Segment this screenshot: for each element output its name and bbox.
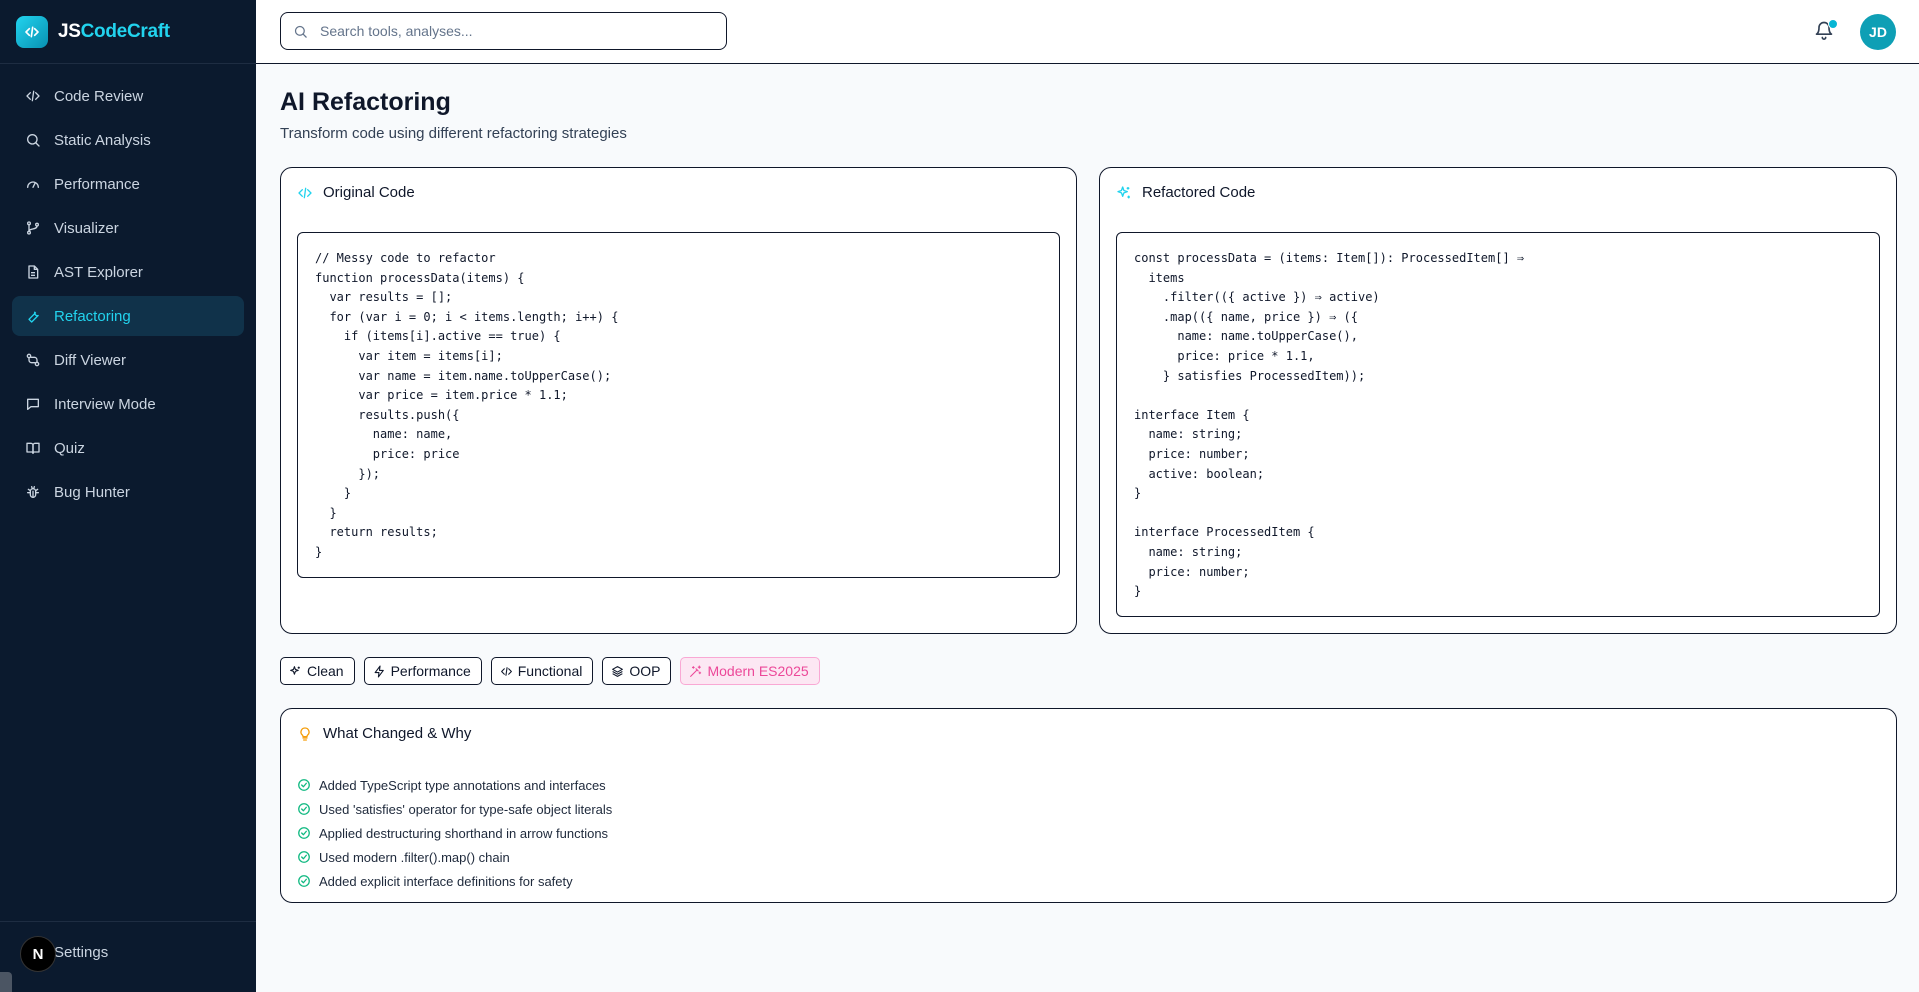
sidebar-item-performance[interactable]: Performance xyxy=(12,164,244,204)
check-circle-icon xyxy=(297,802,311,816)
sidebar-item-label: Diff Viewer xyxy=(54,351,126,369)
list-item: Applied destructuring shorthand in arrow… xyxy=(297,821,612,845)
sidebar-item-code-review[interactable]: Code Review xyxy=(12,76,244,116)
brand-name: JSCodeCraft xyxy=(58,21,170,43)
sidebar-item-static-analysis[interactable]: Static Analysis xyxy=(12,120,244,160)
sidebar-footer: Settings N xyxy=(0,921,256,992)
sparkles-icon xyxy=(1116,185,1132,201)
change-text: Added explicit interface definitions for… xyxy=(319,873,573,889)
bug-icon xyxy=(24,483,42,501)
notifications-button[interactable] xyxy=(1814,19,1838,43)
sidebar-item-interview-mode[interactable]: Interview Mode xyxy=(12,384,244,424)
sidebar-item-settings[interactable]: Settings xyxy=(54,944,108,961)
code-icon xyxy=(297,185,313,201)
change-text: Used 'satisfies' operator for type-safe … xyxy=(319,801,613,817)
sidebar-item-label: Interview Mode xyxy=(54,395,156,413)
sidebar-item-label: Static Analysis xyxy=(54,131,151,149)
what-changed-card: What Changed & Why Added TypeScript type… xyxy=(280,708,1897,903)
search-bar[interactable] xyxy=(280,12,727,50)
list-item: Used 'satisfies' operator for type-safe … xyxy=(297,797,612,821)
change-text: Used modern .filter().map() chain xyxy=(319,849,510,865)
list-item: Added explicit interface definitions for… xyxy=(297,869,612,893)
check-circle-icon xyxy=(297,826,311,840)
sparkles-icon xyxy=(289,665,302,678)
sidebar-item-diff-viewer[interactable]: Diff Viewer xyxy=(12,340,244,380)
sidebar-item-label: AST Explorer xyxy=(54,263,143,281)
strategy-oop-button[interactable]: OOP xyxy=(602,657,672,685)
search-input[interactable] xyxy=(318,22,702,40)
check-circle-icon xyxy=(297,778,311,792)
sidebar-item-label: Bug Hunter xyxy=(54,483,130,501)
page-title: AI Refactoring xyxy=(280,88,451,116)
sidebar-item-label: Code Review xyxy=(54,87,144,105)
sidebar-item-label: Quiz xyxy=(54,439,85,457)
check-circle-icon xyxy=(297,850,311,864)
strategy-label: Clean xyxy=(307,663,344,679)
lightbulb-icon xyxy=(297,726,313,742)
refactored-code-title: Refactored Code xyxy=(1142,184,1256,201)
git-branch-icon xyxy=(24,219,42,237)
wrench-icon xyxy=(24,307,42,325)
strategy-clean-button[interactable]: Clean xyxy=(280,657,355,685)
what-changed-title: What Changed & Why xyxy=(323,725,472,742)
notification-dot xyxy=(1828,19,1838,29)
list-item: Used modern .filter().map() chain xyxy=(297,845,612,869)
code-icon xyxy=(24,87,42,105)
message-icon xyxy=(24,395,42,413)
sidebar-item-label: Performance xyxy=(54,175,140,193)
refactored-code-block[interactable]: const processData = (items: Item[]): Pro… xyxy=(1116,232,1880,617)
diff-icon xyxy=(24,351,42,369)
wand-icon xyxy=(689,665,702,678)
what-changed-header: What Changed & Why xyxy=(297,725,471,742)
avatar[interactable]: JD xyxy=(1860,14,1896,50)
refactored-code-card: Refactored Code const processData = (ite… xyxy=(1099,167,1897,634)
page-subtitle: Transform code using different refactori… xyxy=(280,125,627,142)
sidebar-item-quiz[interactable]: Quiz xyxy=(12,428,244,468)
status-tooltip xyxy=(0,972,12,992)
sidebar-item-ast-explorer[interactable]: AST Explorer xyxy=(12,252,244,292)
search-icon xyxy=(24,131,42,149)
check-circle-icon xyxy=(297,874,311,888)
sidebar-item-label: Refactoring xyxy=(54,307,131,325)
original-code-block[interactable]: // Messy code to refactor function proce… xyxy=(297,232,1060,578)
list-item: Added TypeScript type annotations and in… xyxy=(297,773,612,797)
file-code-icon xyxy=(24,263,42,281)
strategy-label: OOP xyxy=(629,663,661,679)
strategy-label: Performance xyxy=(390,663,471,679)
original-code-header: Original Code xyxy=(297,184,415,201)
sidebar-item-bug-hunter[interactable]: Bug Hunter xyxy=(12,472,244,512)
original-code-card: Original Code // Messy code to refactor … xyxy=(280,167,1077,634)
sidebar-nav: Code Review Static Analysis Performance … xyxy=(0,64,256,512)
brand-name-js: JS xyxy=(58,20,81,42)
book-icon xyxy=(24,439,42,457)
strategy-label: Functional xyxy=(517,663,583,679)
strategy-selector: Clean Performance Functional OOP Modern … xyxy=(280,657,820,685)
change-list: Added TypeScript type annotations and in… xyxy=(297,773,612,893)
layers-icon xyxy=(611,665,624,678)
sidebar-item-refactoring[interactable]: Refactoring xyxy=(12,296,244,336)
brand-name-codecraft: CodeCraft xyxy=(80,20,170,42)
dev-tools-badge[interactable]: N xyxy=(20,936,56,972)
zap-icon xyxy=(373,665,386,678)
sidebar: JSCodeCraft Code Review Static Analysis … xyxy=(0,0,256,992)
original-code-title: Original Code xyxy=(323,184,415,201)
strategy-label: Modern ES2025 xyxy=(707,663,809,679)
gauge-icon xyxy=(24,175,42,193)
sidebar-item-visualizer[interactable]: Visualizer xyxy=(12,208,244,248)
change-text: Applied destructuring shorthand in arrow… xyxy=(319,825,609,841)
brand[interactable]: JSCodeCraft xyxy=(0,0,256,64)
sidebar-item-label: Visualizer xyxy=(54,219,119,237)
strategy-performance-button[interactable]: Performance xyxy=(363,657,482,685)
code-logo-icon xyxy=(16,15,48,48)
refactored-code-header: Refactored Code xyxy=(1116,184,1255,201)
top-header: JD xyxy=(256,0,1919,64)
strategy-modern-es2025-button[interactable]: Modern ES2025 xyxy=(680,657,820,685)
code-icon xyxy=(500,665,513,678)
change-text: Added TypeScript type annotations and in… xyxy=(319,777,606,793)
strategy-functional-button[interactable]: Functional xyxy=(490,657,594,685)
search-icon xyxy=(293,24,308,39)
